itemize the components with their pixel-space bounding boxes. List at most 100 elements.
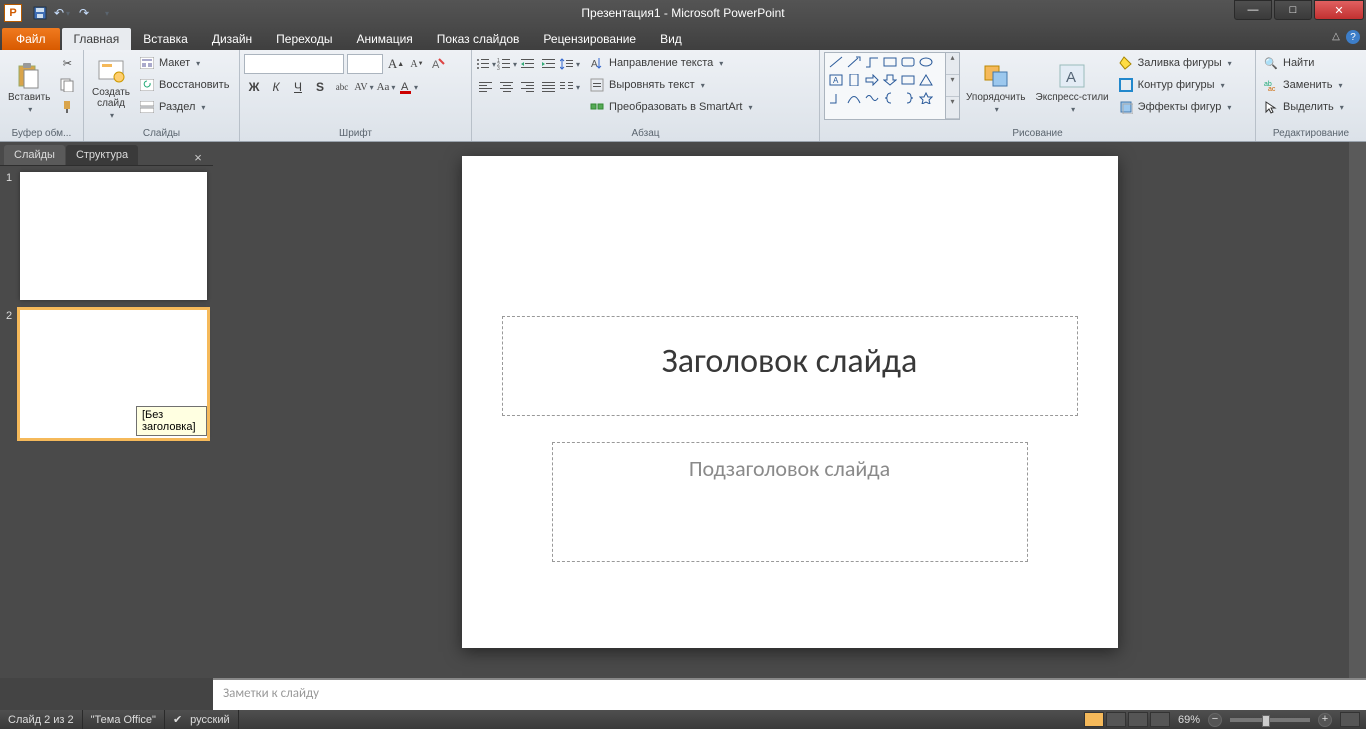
thumbnail-1[interactable]: 1 bbox=[6, 172, 207, 300]
layout-button[interactable]: Макет▾ bbox=[136, 52, 232, 74]
shape-roundrect-icon bbox=[901, 56, 915, 68]
zoom-out-button[interactable]: − bbox=[1208, 713, 1222, 727]
panel-tab-outline[interactable]: Структура bbox=[66, 145, 138, 165]
shape-outline-button[interactable]: Контур фигуры▾ bbox=[1115, 74, 1235, 96]
tab-view[interactable]: Вид bbox=[648, 28, 694, 50]
view-reading-button[interactable] bbox=[1128, 712, 1148, 727]
align-center-button[interactable] bbox=[497, 77, 517, 97]
title-bar: P ↶▾ ↷ ▾ Презентация1 - Microsoft PowerP… bbox=[0, 0, 1366, 26]
arrange-button[interactable]: Упорядочить▾ bbox=[962, 52, 1030, 124]
tab-slideshow[interactable]: Показ слайдов bbox=[425, 28, 532, 50]
zoom-slider[interactable] bbox=[1230, 718, 1310, 722]
undo-icon[interactable]: ↶▾ bbox=[52, 3, 72, 23]
select-icon bbox=[1263, 99, 1279, 115]
spellcheck-icon: ✔ bbox=[173, 713, 182, 726]
shape-textbox-icon: A bbox=[829, 74, 843, 86]
shrink-font-button[interactable]: A▼ bbox=[407, 54, 427, 74]
qat-customize-icon[interactable]: ▾ bbox=[96, 3, 116, 23]
align-right-button[interactable] bbox=[518, 77, 538, 97]
bold-button[interactable]: Ж bbox=[244, 77, 264, 97]
zoom-percent[interactable]: 69% bbox=[1178, 714, 1200, 726]
shape-elbow-icon bbox=[829, 92, 843, 104]
view-slideshow-button[interactable] bbox=[1150, 712, 1170, 727]
format-painter-button[interactable] bbox=[56, 96, 78, 118]
minimize-ribbon-icon[interactable]: △ bbox=[1330, 30, 1342, 42]
italic-button[interactable]: К bbox=[266, 77, 286, 97]
tab-home[interactable]: Главная bbox=[62, 28, 132, 50]
justify-button[interactable] bbox=[539, 77, 559, 97]
strikethrough-button[interactable]: S bbox=[310, 77, 330, 97]
status-theme[interactable]: "Тема Office" bbox=[83, 710, 165, 729]
status-bar: Слайд 2 из 2 "Тема Office" ✔русский 69% … bbox=[0, 710, 1366, 729]
quick-styles-button[interactable]: A Экспресс-стили▾ bbox=[1032, 52, 1113, 124]
status-slide-position[interactable]: Слайд 2 из 2 bbox=[0, 710, 83, 729]
underline-button[interactable]: Ч bbox=[288, 77, 308, 97]
group-font: A▲ A▼ A Ж К Ч S abc AV▾ Aa▾ A▾ Шрифт bbox=[240, 50, 472, 141]
save-icon[interactable] bbox=[30, 3, 50, 23]
panel-close-icon[interactable]: × bbox=[191, 151, 205, 165]
thumbnail-panel: Слайды Структура × 1 2 [Без заголовка] bbox=[0, 142, 213, 678]
panel-tab-slides[interactable]: Слайды bbox=[4, 145, 65, 165]
convert-smartart-button[interactable]: Преобразовать в SmartArt▾ bbox=[586, 96, 755, 118]
shape-vtext-icon bbox=[847, 74, 861, 86]
shapes-scroll[interactable]: ▴▾▾ bbox=[945, 53, 959, 119]
text-direction-button[interactable]: AНаправление текста▾ bbox=[586, 52, 755, 74]
clear-formatting-button[interactable]: A bbox=[428, 54, 448, 74]
grow-font-button[interactable]: A▲ bbox=[386, 54, 406, 74]
minimize-button[interactable]: — bbox=[1234, 0, 1272, 20]
tab-transitions[interactable]: Переходы bbox=[264, 28, 344, 50]
change-case-button[interactable]: Aa▾ bbox=[376, 77, 396, 97]
quick-styles-icon: A bbox=[1058, 62, 1086, 90]
reset-button[interactable]: Восстановить bbox=[136, 74, 232, 96]
align-text-button[interactable]: Выровнять текст▾ bbox=[586, 74, 755, 96]
help-icon[interactable]: ? bbox=[1346, 30, 1360, 44]
font-size-combo[interactable] bbox=[347, 54, 383, 74]
title-placeholder[interactable]: Заголовок слайда bbox=[502, 316, 1078, 416]
shape-connector-icon bbox=[865, 56, 879, 68]
copy-button[interactable] bbox=[56, 74, 78, 96]
tab-design[interactable]: Дизайн bbox=[200, 28, 264, 50]
cut-button[interactable]: ✂ bbox=[56, 52, 78, 74]
align-left-button[interactable] bbox=[476, 77, 496, 97]
thumb-preview bbox=[20, 172, 207, 300]
tab-file[interactable]: Файл bbox=[2, 28, 60, 50]
slide[interactable]: Заголовок слайда Подзаголовок слайда bbox=[462, 156, 1118, 648]
notes-pane[interactable]: Заметки к слайду bbox=[213, 678, 1366, 710]
close-button[interactable]: ✕ bbox=[1314, 0, 1364, 20]
replace-button[interactable]: abacЗаменить▾ bbox=[1260, 74, 1347, 96]
subtitle-placeholder[interactable]: Подзаголовок слайда bbox=[552, 442, 1028, 562]
line-spacing-button[interactable]: ▾ bbox=[560, 54, 580, 74]
tab-insert[interactable]: Вставка bbox=[131, 28, 200, 50]
find-button[interactable]: 🔍Найти bbox=[1260, 52, 1347, 74]
bullets-button[interactable]: ▾ bbox=[476, 54, 496, 74]
columns-button[interactable]: ▾ bbox=[560, 77, 580, 97]
tab-animation[interactable]: Анимация bbox=[344, 28, 424, 50]
char-spacing-button[interactable]: AV▾ bbox=[354, 77, 374, 97]
shape-fill-button[interactable]: Заливка фигуры▾ bbox=[1115, 52, 1235, 74]
new-slide-button[interactable]: Создать слайд▾ bbox=[88, 52, 134, 124]
new-slide-icon bbox=[97, 57, 125, 85]
paste-icon bbox=[15, 62, 43, 90]
shadow-button[interactable]: abc bbox=[332, 77, 352, 97]
redo-icon[interactable]: ↷ bbox=[74, 3, 94, 23]
decrease-indent-button[interactable] bbox=[518, 54, 538, 74]
font-color-button[interactable]: A▾ bbox=[398, 77, 418, 97]
fit-window-button[interactable] bbox=[1340, 712, 1360, 727]
view-normal-button[interactable] bbox=[1084, 712, 1104, 727]
numbering-button[interactable]: 123▾ bbox=[497, 54, 517, 74]
view-sorter-button[interactable] bbox=[1106, 712, 1126, 727]
section-button[interactable]: Раздел▾ bbox=[136, 96, 232, 118]
thumbnail-2[interactable]: 2 [Без заголовка] bbox=[6, 310, 207, 438]
increase-indent-button[interactable] bbox=[539, 54, 559, 74]
group-paragraph: ▾ 123▾ ▾ ▾ AНаправление текста▾ Выровнят… bbox=[472, 50, 820, 141]
tab-review[interactable]: Рецензирование bbox=[531, 28, 648, 50]
vertical-scrollbar[interactable] bbox=[1349, 142, 1366, 678]
shapes-gallery[interactable]: A ▴▾▾ bbox=[824, 52, 960, 120]
font-family-combo[interactable] bbox=[244, 54, 344, 74]
paste-button[interactable]: Вставить▾ bbox=[4, 52, 54, 124]
maximize-button[interactable]: □ bbox=[1274, 0, 1312, 20]
status-language[interactable]: ✔русский bbox=[165, 710, 239, 729]
select-button[interactable]: Выделить▾ bbox=[1260, 96, 1347, 118]
zoom-in-button[interactable]: + bbox=[1318, 713, 1332, 727]
shape-effects-button[interactable]: Эффекты фигур▾ bbox=[1115, 96, 1235, 118]
